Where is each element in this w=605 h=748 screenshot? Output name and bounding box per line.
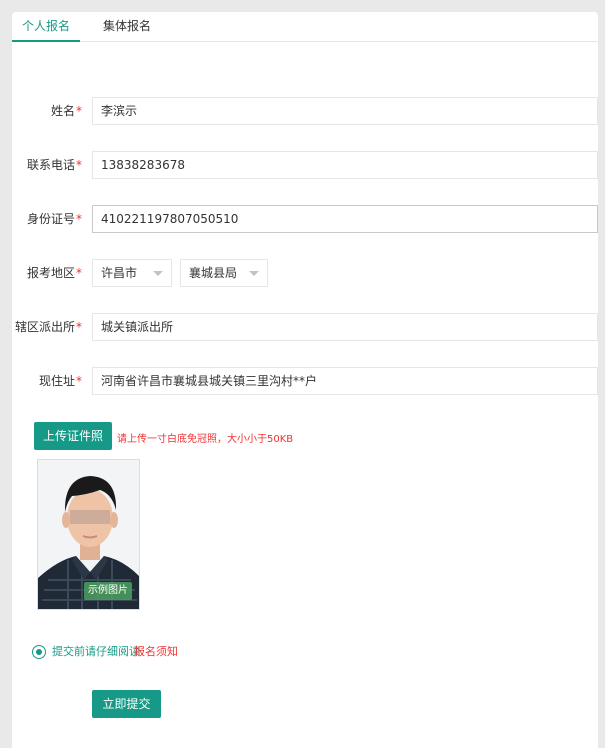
name-label: 姓名* xyxy=(50,104,82,118)
region-row: 报考地区* 许昌市 襄城县局 xyxy=(12,259,598,287)
agreement-text: 提交前请仔细阅读 xyxy=(52,645,140,658)
upload-hint: 请上传一寸白底免冠照，大小小于50KB xyxy=(117,434,294,445)
name-row: 姓名* 李滨示 xyxy=(12,97,598,125)
police-station-row: 辖区派出所* 城关镇派出所 xyxy=(12,313,598,341)
police-station-input[interactable]: 城关镇派出所 xyxy=(92,313,598,341)
id-number-input[interactable]: 410221197807050510 xyxy=(92,205,598,233)
tab-bar: 个人报名 集体报名 xyxy=(12,12,598,42)
county-select-value: 襄城县局 xyxy=(189,266,238,280)
phone-input[interactable]: 13838283678 xyxy=(92,151,598,179)
registration-card: 个人报名 集体报名 姓名* 李滨示 联系电话* 13838283678 身份证号… xyxy=(12,12,598,748)
sample-photo: 示例图片 xyxy=(37,459,140,610)
address-row: 现住址* 河南省许昌市襄城县城关镇三里沟村**户 xyxy=(12,367,598,395)
id-number-label: 身份证号* xyxy=(26,212,82,226)
id-number-row: 身份证号* 410221197807050510 xyxy=(12,205,598,233)
city-select-value: 许昌市 xyxy=(101,266,138,280)
region-label: 报考地区* xyxy=(26,266,82,280)
phone-label: 联系电话* xyxy=(26,158,82,172)
tab-group[interactable]: 集体报名 xyxy=(96,12,158,42)
chevron-down-icon xyxy=(249,271,259,276)
tab-individual[interactable]: 个人报名 xyxy=(12,12,80,42)
phone-row: 联系电话* 13838283678 xyxy=(12,151,598,179)
sample-badge: 示例图片 xyxy=(84,582,132,600)
county-select[interactable]: 襄城县局 xyxy=(180,259,268,287)
agreement-radio[interactable] xyxy=(32,645,46,659)
chevron-down-icon xyxy=(153,271,163,276)
address-label: 现住址* xyxy=(38,374,82,388)
submit-button[interactable]: 立即提交 xyxy=(92,690,161,718)
city-select[interactable]: 许昌市 xyxy=(92,259,172,287)
upload-photo-button[interactable]: 上传证件照 xyxy=(34,422,112,450)
address-input[interactable]: 河南省许昌市襄城县城关镇三里沟村**户 xyxy=(92,367,598,395)
police-station-label: 辖区派出所* xyxy=(14,320,82,334)
name-input[interactable]: 李滨示 xyxy=(92,97,598,125)
registration-notice-link[interactable]: 报名须知 xyxy=(134,644,178,660)
